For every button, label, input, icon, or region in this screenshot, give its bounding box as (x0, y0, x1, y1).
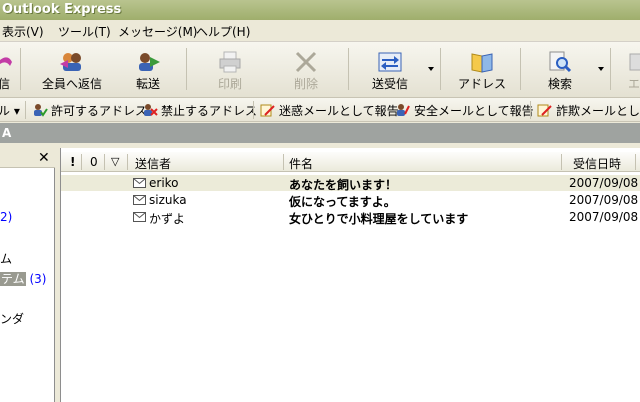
folder-item-selected[interactable]: テム (3) (0, 270, 46, 287)
folder-item[interactable]: ンダ (0, 310, 24, 327)
window-title: Outlook Express (2, 2, 122, 17)
forward-icon (139, 53, 160, 71)
find-dropdown-arrow[interactable] (598, 67, 604, 71)
envelope-icon (133, 178, 146, 188)
subject-column-header[interactable]: 件名 (289, 155, 313, 172)
received-column-header[interactable]: 受信日時 (573, 155, 621, 172)
title-bar: Outlook Express (0, 0, 640, 20)
toolbar-separator (20, 48, 21, 90)
column-divider[interactable] (635, 154, 636, 170)
flag-column-header[interactable]: ▽ (111, 155, 119, 168)
menu-message[interactable]: メッセージ(M) (118, 23, 197, 40)
message-list: ! 0 ▽ 送信者 件名 受信日時 eriko あなたを飼います！ 2007/0… (60, 148, 640, 402)
delete-button[interactable]: 削除 (276, 42, 336, 96)
encoding-button[interactable]: エ (624, 42, 640, 96)
report-fraud-button[interactable]: 詐欺メールとして報 (537, 102, 640, 119)
find-icon (549, 51, 572, 73)
folder-pane-header: ✕ (0, 148, 55, 168)
reply-all-icon (60, 53, 81, 71)
message-subject: 仮になってますよ。 (289, 195, 396, 209)
column-divider[interactable] (283, 154, 284, 170)
message-row[interactable]: かずよ 女ひとりで小料理屋をしています 2007/09/08 (61, 209, 640, 226)
priority-column-header[interactable]: ! (70, 155, 75, 169)
message-date: 2007/09/08 (569, 176, 639, 190)
report-safe-button[interactable]: 安全メールとして報告 (395, 102, 534, 119)
message-row[interactable]: sizuka 仮になってますよ。 2007/09/08 (61, 192, 640, 209)
report-spam-icon (260, 104, 275, 117)
address-book-icon (471, 53, 493, 73)
message-subject: あなたを飼います！ (289, 178, 398, 192)
reply-all-button[interactable]: 全員へ返信 (38, 42, 106, 96)
close-icon[interactable]: ✕ (38, 148, 50, 168)
addresses-button[interactable]: アドレス (452, 42, 512, 96)
folder-item[interactable]: ム (0, 250, 12, 267)
block-address-button[interactable]: 禁止するアドレス (142, 102, 257, 119)
rules-button[interactable]: ル ▾ (0, 102, 20, 119)
send-receive-button[interactable]: 送受信 (360, 42, 420, 96)
column-divider[interactable] (127, 154, 128, 170)
send-receive-icon (378, 52, 402, 72)
send-receive-dropdown-arrow[interactable] (428, 67, 434, 71)
message-row[interactable]: eriko あなたを飼います！ 2007/09/08 (61, 175, 640, 192)
toolbar-separator (520, 48, 521, 90)
allow-user-icon (34, 104, 48, 117)
column-divider[interactable] (104, 154, 105, 170)
find-button[interactable]: 検索 (530, 42, 590, 96)
toolbar-separator (530, 101, 531, 119)
message-from: sizuka (149, 193, 187, 207)
toolbar-separator (25, 101, 26, 119)
message-from: かずよ (149, 212, 186, 226)
column-divider[interactable] (561, 154, 562, 170)
security-toolbar: ル ▾ 許可するアドレス 禁止するアドレス 迷惑メールとして報告 安全メールとし… (0, 98, 640, 122)
block-user-icon (144, 104, 158, 116)
column-divider[interactable] (81, 154, 82, 170)
toolbar-separator (440, 48, 441, 90)
menu-bar: 表示(V) ツール(T) メッセージ(M) ヘルプ(H) (0, 20, 640, 42)
folder-pane: ✕ 2) ム テム (3) ンダ (0, 148, 55, 402)
from-column-header[interactable]: 送信者 (135, 155, 171, 172)
menu-help[interactable]: ヘルプ(H) (196, 23, 250, 40)
toolbar-separator (253, 101, 254, 119)
printer-icon (219, 51, 241, 73)
print-button[interactable]: 印刷 (200, 42, 260, 96)
message-date: 2007/09/08 (569, 193, 639, 207)
toolbar-separator (610, 48, 611, 90)
reply-button[interactable]: 信 (0, 42, 16, 96)
envelope-icon (133, 195, 146, 205)
menu-tools[interactable]: ツール(T) (58, 23, 111, 40)
toolbar-separator (186, 48, 187, 90)
encoding-icon (629, 53, 640, 71)
message-from: eriko (149, 176, 179, 190)
message-date: 2007/09/08 (569, 210, 639, 224)
delete-x-icon (295, 51, 317, 73)
allow-address-button[interactable]: 許可するアドレス (32, 102, 147, 119)
report-spam-button[interactable]: 迷惑メールとして報告 (260, 102, 399, 119)
menu-view[interactable]: 表示(V) (2, 23, 44, 40)
message-subject: 女ひとりで小料理屋をしています (289, 212, 469, 226)
report-fraud-icon (537, 104, 552, 117)
toolbar-separator (348, 48, 349, 90)
folder-path-bar: A (0, 123, 640, 143)
main-toolbar: 信 全員へ返信 転送 印刷 削除 送受信 アドレス 検索 エ (0, 42, 640, 98)
chevron-down-icon: ▾ (13, 104, 20, 118)
current-folder-label: A (2, 126, 12, 140)
folder-item[interactable]: 2) (0, 210, 12, 224)
report-safe-icon (397, 104, 410, 116)
attachment-column-header[interactable]: 0 (90, 155, 98, 169)
envelope-icon (133, 212, 146, 222)
message-list-header: ! 0 ▽ 送信者 件名 受信日時 (61, 152, 640, 172)
forward-button[interactable]: 転送 (118, 42, 178, 96)
